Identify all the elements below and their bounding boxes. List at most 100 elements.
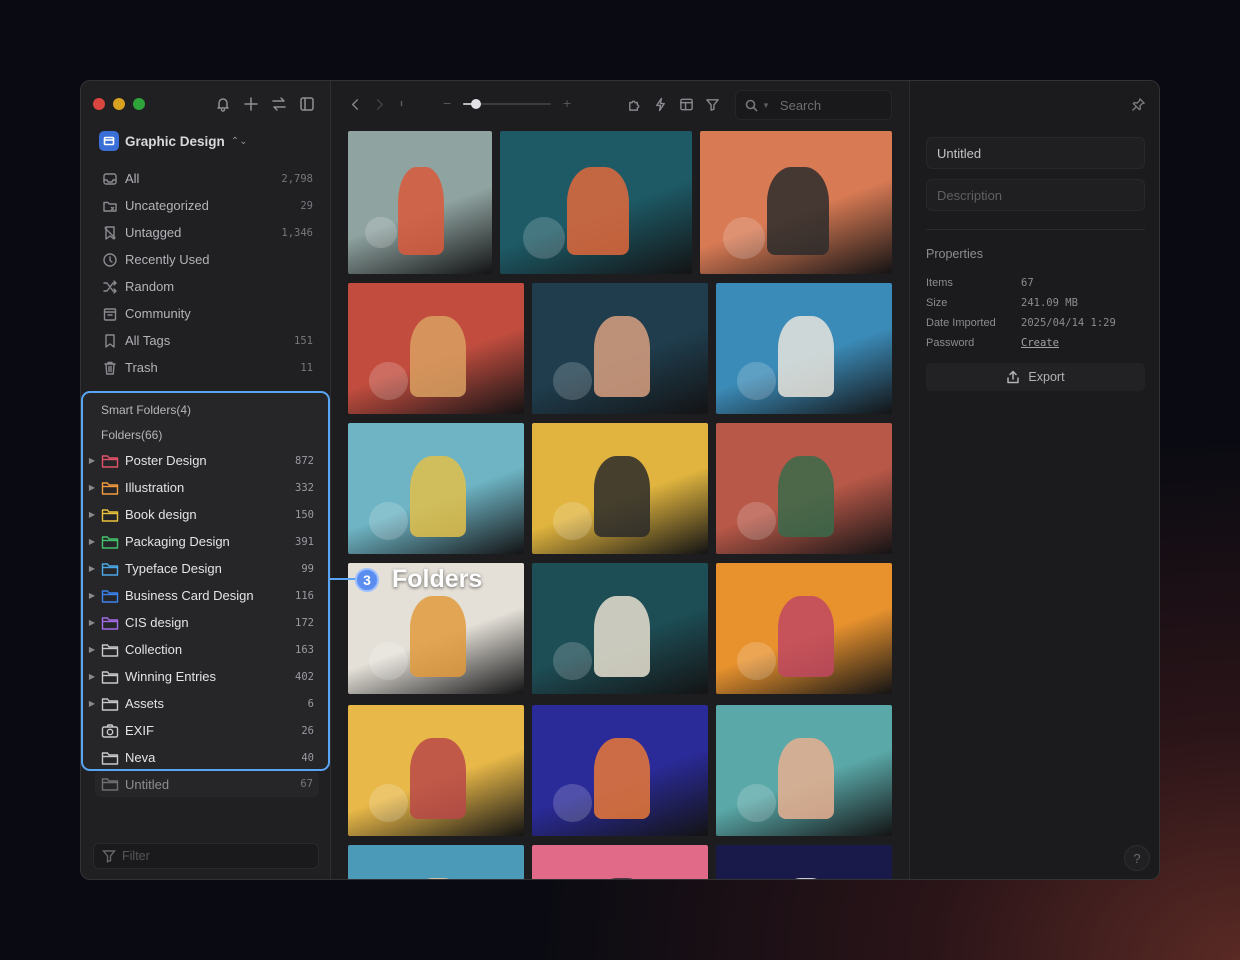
back-icon[interactable]: [347, 96, 363, 112]
folder-count: 163: [295, 643, 314, 656]
thumb-windows[interactable]: [716, 423, 892, 554]
close-window-button[interactable]: [93, 98, 105, 110]
sidebar-toggle-icon[interactable]: [298, 95, 316, 113]
folder-item[interactable]: ▶ Winning Entries 402: [83, 663, 328, 690]
lightning-icon[interactable]: [652, 96, 668, 112]
illustration-figure: [398, 166, 445, 256]
thumb-portrait-grid[interactable]: [348, 705, 524, 836]
help-button[interactable]: ?: [1124, 845, 1150, 871]
folder-count: 332: [295, 481, 314, 494]
chevron-down-icon[interactable]: ▼: [762, 101, 770, 110]
thumb-city-walker[interactable]: [348, 423, 524, 554]
illustration-figure: [593, 737, 650, 819]
folder-name-field[interactable]: Untitled: [926, 137, 1145, 169]
folder-item[interactable]: ▶ Packaging Design 391: [83, 528, 328, 555]
expand-caret-icon[interactable]: ▶: [83, 591, 101, 600]
zoom-in-icon[interactable]: +: [563, 95, 571, 111]
expand-caret-icon[interactable]: ▶: [83, 456, 101, 465]
expand-caret-icon[interactable]: ▶: [83, 483, 101, 492]
nav-item-trash[interactable]: Trash 11: [93, 354, 319, 381]
thumb-man-with-cat[interactable]: [348, 131, 492, 274]
expand-caret-icon[interactable]: ▶: [83, 699, 101, 708]
filter-box: [93, 843, 319, 869]
thumb-cat-woman-bird[interactable]: [348, 283, 524, 414]
nav-label: Untagged: [125, 225, 182, 240]
folder-count: 67: [300, 778, 313, 790]
nav-item-community[interactable]: Community: [93, 300, 319, 327]
export-icon: [1007, 370, 1020, 384]
divider-handle-icon: [393, 96, 409, 112]
nav-count: 151: [294, 334, 313, 347]
thumb-autumn-photographer[interactable]: [716, 563, 892, 694]
thumb-man-black-cats[interactable]: [700, 131, 892, 274]
expand-caret-icon[interactable]: ▶: [83, 537, 101, 546]
layout-icon[interactable]: [678, 96, 694, 112]
bell-icon[interactable]: [214, 95, 232, 113]
folders-panel-highlight: Smart Folders(4) Folders(66) ▶ Poster Des…: [81, 391, 330, 771]
thumb-night-sky[interactable]: [716, 845, 892, 879]
property-password: Password Create: [926, 333, 1145, 353]
expand-caret-icon[interactable]: ▶: [83, 564, 101, 573]
smart-folders-header[interactable]: Smart Folders(4): [83, 397, 328, 422]
folder-item[interactable]: EXIF 26: [83, 717, 328, 744]
thumb-30k-cat[interactable]: [532, 423, 708, 554]
thumb-pink-dancer[interactable]: [532, 845, 708, 879]
thumb-old-woman[interactable]: [532, 563, 708, 694]
folder-item[interactable]: ▶ Business Card Design 116: [83, 582, 328, 609]
folder-item[interactable]: ▶ Assets 6: [83, 690, 328, 717]
thumb-bearded-man-cat[interactable]: [532, 705, 708, 836]
zoom-slider[interactable]: [463, 99, 551, 109]
nav-item-uncategorized[interactable]: Uncategorized 29: [93, 192, 319, 219]
thumb-woman-cat-leaves[interactable]: [716, 705, 892, 836]
swap-icon[interactable]: [270, 95, 288, 113]
folder-item[interactable]: ▶ Poster Design 872: [83, 447, 328, 474]
forward-icon[interactable]: [371, 96, 387, 112]
folder-item-untitled[interactable]: Untitled 67: [95, 771, 319, 797]
expand-caret-icon[interactable]: ▶: [83, 645, 101, 654]
property-key: Password: [926, 337, 975, 349]
folder-item[interactable]: Neva 40: [83, 744, 328, 771]
folder-item[interactable]: ▶ Book design 150: [83, 501, 328, 528]
plus-icon[interactable]: [242, 95, 260, 113]
thumb-beach[interactable]: [348, 845, 524, 879]
thumb-robot-vr[interactable]: [500, 131, 692, 274]
folder-item[interactable]: ▶ Illustration 332: [83, 474, 328, 501]
description-field[interactable]: Description: [926, 179, 1145, 211]
nav-item-random[interactable]: Random: [93, 273, 319, 300]
thumb-woman-in-pond[interactable]: [532, 283, 708, 414]
folder-icon: [101, 588, 119, 604]
filter-funnel-icon[interactable]: [704, 96, 720, 112]
folders-header[interactable]: Folders(66): [83, 422, 328, 447]
folder-question-icon: [101, 197, 119, 215]
extension-icon[interactable]: [626, 96, 642, 112]
expand-caret-icon[interactable]: ▶: [83, 672, 101, 681]
folder-count: 99: [301, 562, 314, 575]
search-input[interactable]: [779, 97, 880, 113]
folder-icon: [101, 696, 119, 712]
folder-item[interactable]: ▶ Collection 163: [83, 636, 328, 663]
nav-item-untagged[interactable]: Untagged 1,346: [93, 219, 319, 246]
expand-caret-icon[interactable]: ▶: [83, 510, 101, 519]
folder-item[interactable]: ▶ Typeface Design 99: [83, 555, 328, 582]
maximize-window-button[interactable]: [133, 98, 145, 110]
library-switcher[interactable]: Graphic Design ⌃⌄: [99, 131, 248, 151]
nav-item-all[interactable]: All 2,798: [93, 165, 319, 192]
illustration-detail: [737, 783, 776, 823]
minimize-window-button[interactable]: [113, 98, 125, 110]
thumb-chef-machine[interactable]: [716, 283, 892, 414]
folder-item[interactable]: ▶ CIS design 172: [83, 609, 328, 636]
folder-icon: [101, 534, 119, 550]
property-key: Items: [926, 277, 953, 289]
nav-item-all-tags[interactable]: All Tags 151: [93, 327, 319, 354]
expand-caret-icon[interactable]: ▶: [83, 618, 101, 627]
filter-input[interactable]: [122, 849, 302, 863]
folder-label: Packaging Design: [125, 534, 230, 549]
pin-icon[interactable]: [1131, 97, 1147, 113]
create-password-link[interactable]: Create: [1021, 337, 1059, 349]
zoom-slider-knob[interactable]: [471, 99, 482, 109]
export-button[interactable]: Export: [926, 363, 1145, 391]
nav-item-recently-used[interactable]: Recently Used: [93, 246, 319, 273]
zoom-out-icon[interactable]: −: [443, 95, 451, 111]
folder-list: ▶ Poster Design 872 ▶ Illustration 332 ▶ Book d…: [83, 447, 328, 771]
illustration-detail: [369, 501, 408, 541]
